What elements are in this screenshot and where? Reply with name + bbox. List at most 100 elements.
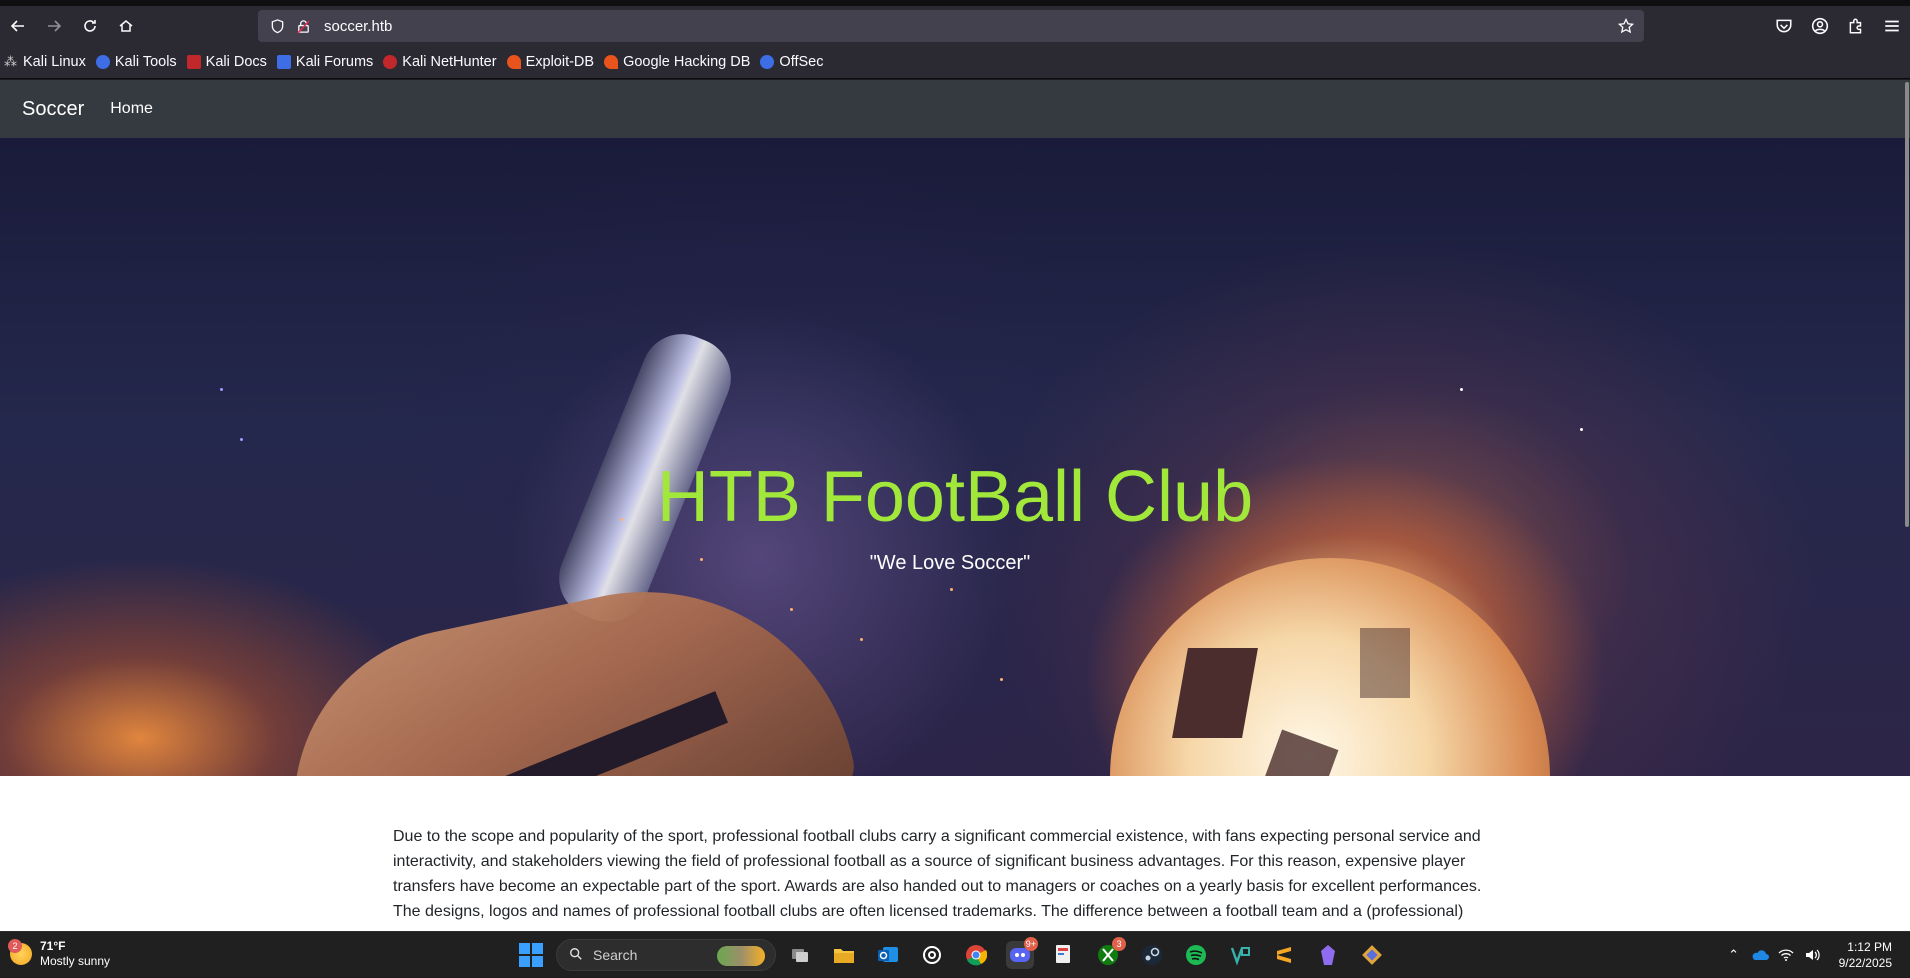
reload-button[interactable]	[72, 8, 108, 44]
extensions-button[interactable]	[1838, 8, 1874, 44]
bookmark-kali-forums[interactable]: Kali Forums	[276, 54, 374, 70]
volume-icon[interactable]	[1799, 948, 1825, 962]
scrollbar-thumb[interactable]	[1905, 82, 1909, 527]
forward-button[interactable]	[36, 8, 72, 44]
browser-toolbar: soccer.htb	[0, 6, 1910, 46]
back-arrow-icon	[10, 20, 24, 32]
site-brand[interactable]: Soccer	[22, 98, 84, 121]
outlook-icon[interactable]	[874, 941, 902, 969]
spark	[860, 638, 863, 641]
weather-badge: 2	[8, 939, 22, 953]
kali-tools-icon	[95, 55, 110, 69]
address-bar[interactable]: soccer.htb	[258, 10, 1644, 42]
clock-date: 9/22/2025	[1838, 956, 1892, 970]
nethunter-icon	[383, 55, 398, 69]
bookmark-kali-linux[interactable]: ⁂ Kali Linux	[4, 54, 86, 70]
hero-soccer-ball-image	[1110, 558, 1550, 776]
pocket-icon	[1776, 19, 1792, 33]
weather-widget[interactable]: 2 71°F Mostly sunny	[8, 939, 111, 969]
bookmark-label: Kali NetHunter	[402, 54, 497, 70]
forward-arrow-icon	[48, 20, 62, 32]
search-label: Search	[593, 947, 638, 963]
weather-temperature: 71°F	[40, 939, 66, 953]
bookmark-offsec[interactable]: OffSec	[760, 54, 823, 70]
page-scrollbar[interactable]	[1904, 80, 1910, 931]
ball-patch	[1360, 628, 1410, 698]
weather-condition: Mostly sunny	[40, 954, 111, 968]
home-button[interactable]	[108, 8, 144, 44]
bookmark-star-icon[interactable]	[1616, 16, 1636, 36]
file-explorer-icon[interactable]	[830, 941, 858, 969]
exploit-db-icon	[506, 55, 521, 69]
snipping-tool-icon[interactable]	[1050, 941, 1078, 969]
bookmark-label: OffSec	[779, 54, 824, 70]
kali-forums-icon	[276, 55, 291, 69]
system-tray: ⌃ 1:12 PM 9/22/2025	[1721, 932, 1910, 978]
bookmark-google-hacking-db[interactable]: Google Hacking DB	[604, 54, 750, 70]
wifi-icon[interactable]	[1773, 948, 1799, 962]
bookmark-exploit-db[interactable]: Exploit-DB	[506, 54, 594, 70]
xbox-icon[interactable]: 3	[1094, 937, 1126, 969]
chevron-up-icon[interactable]: ⌃	[1721, 947, 1747, 963]
obsidian-icon[interactable]	[1314, 941, 1342, 969]
spark	[790, 608, 793, 611]
spark	[950, 588, 953, 591]
hero-subtitle: "We Love Soccer"	[869, 552, 1031, 574]
kali-docs-icon	[186, 55, 201, 69]
bookmark-label: Google Hacking DB	[623, 54, 751, 70]
hero-title: HTB FootBall Club	[656, 457, 1254, 537]
bookmark-kali-tools[interactable]: Kali Tools	[95, 54, 177, 70]
puzzle-icon	[1849, 18, 1862, 34]
nav-link-home[interactable]: Home	[110, 100, 153, 118]
discord-icon[interactable]: 9+	[1006, 937, 1038, 969]
bookmarks-toolbar: ⁂ Kali Linux Kali Tools Kali Docs Kali Fo…	[0, 46, 1910, 79]
spark	[1460, 388, 1463, 391]
offsec-icon	[760, 55, 775, 69]
bookmark-label: Kali Forums	[295, 54, 374, 70]
onedrive-cloud-icon[interactable]	[1747, 949, 1773, 961]
steam-icon[interactable]	[1138, 941, 1166, 969]
search-icon	[569, 947, 583, 964]
insecure-lock-icon[interactable]	[294, 17, 312, 35]
xbox-badge: 3	[1112, 937, 1126, 951]
taskbar-search[interactable]: Search	[556, 939, 776, 971]
reload-icon	[84, 20, 96, 32]
clock[interactable]: 1:12 PM 9/22/2025	[1839, 939, 1892, 971]
account-button[interactable]	[1802, 8, 1838, 44]
spotify-icon[interactable]	[1182, 941, 1210, 969]
sublime-text-icon[interactable]	[1270, 941, 1298, 969]
pocket-button[interactable]	[1766, 8, 1802, 44]
windows-taskbar: 2 71°F Mostly sunny Search 9+ 3 ⌃ 1:12 P…	[0, 931, 1910, 977]
bookmark-kali-docs[interactable]: Kali Docs	[186, 54, 267, 70]
url-text[interactable]: soccer.htb	[324, 18, 392, 35]
chatgpt-icon[interactable]	[918, 941, 946, 969]
hero-banner: HTB FootBall Club "We Love Soccer"	[0, 138, 1910, 776]
hamburger-menu-icon	[1885, 20, 1899, 32]
vmware-icon[interactable]	[1226, 941, 1254, 969]
account-icon	[1811, 17, 1829, 35]
ghdb-icon	[604, 55, 619, 69]
clock-time: 1:12 PM	[1847, 940, 1892, 954]
spark	[1000, 678, 1003, 681]
site-navbar: Soccer Home	[0, 80, 1910, 138]
chrome-icon[interactable]	[962, 941, 990, 969]
intro-paragraph: Due to the scope and popularity of the s…	[393, 828, 1482, 920]
kali-app-icon[interactable]	[1358, 941, 1386, 969]
toolbar-right	[1766, 6, 1910, 46]
ball-patch	[1261, 729, 1339, 776]
spark	[1580, 428, 1583, 431]
tracking-protection-shield-icon[interactable]	[268, 17, 286, 35]
discord-badge: 9+	[1023, 937, 1038, 951]
back-button[interactable]	[0, 8, 36, 44]
home-icon	[119, 20, 133, 32]
bookmark-label: Kali Tools	[114, 54, 177, 70]
task-view-icon[interactable]	[786, 941, 814, 969]
ball-patch	[1172, 648, 1258, 738]
bookmark-label: Kali Linux	[23, 54, 86, 70]
kali-dragon-icon: ⁂	[4, 54, 17, 69]
spark	[240, 438, 243, 441]
search-highlight-image	[717, 946, 765, 966]
app-menu-button[interactable]	[1874, 8, 1910, 44]
windows-start-icon[interactable]	[519, 943, 543, 967]
bookmark-kali-nethunter[interactable]: Kali NetHunter	[383, 54, 497, 70]
